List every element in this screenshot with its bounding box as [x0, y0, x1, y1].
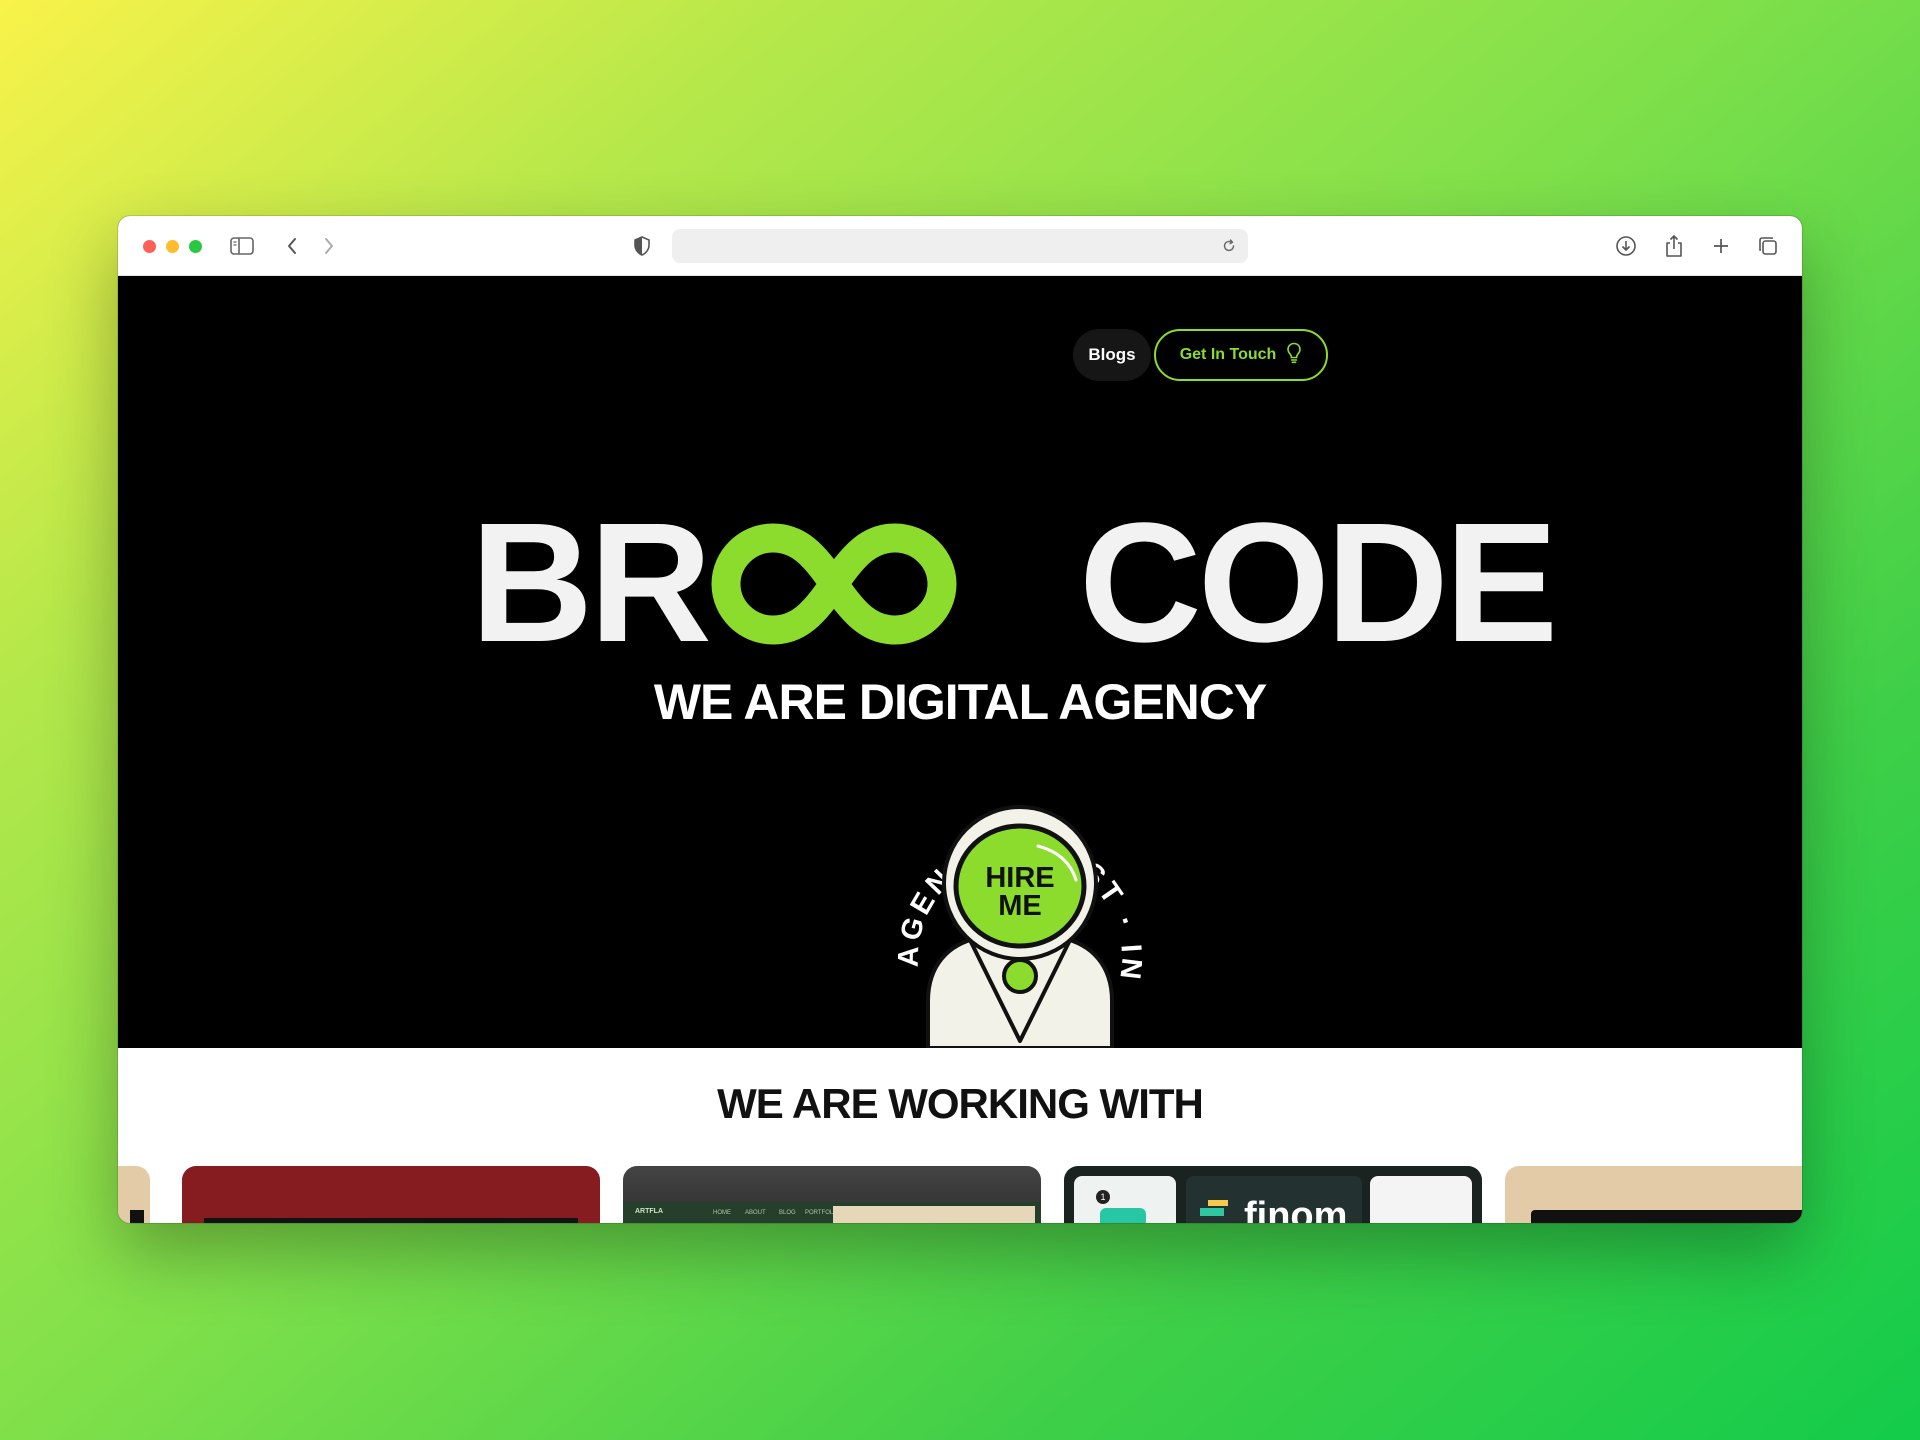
partners-title: WE ARE WORKING WITH [717, 1080, 1204, 1127]
sidebar-toggle-icon[interactable] [229, 233, 255, 259]
zoom-window-button[interactable] [189, 240, 202, 253]
hero-tagline: WE ARE DIGITAL AGENCY [653, 674, 1267, 730]
hero-section: Blogs Get In Touch BR CODE WE ARE DIGITA… [118, 276, 1802, 1048]
browser-window: Blogs Get In Touch BR CODE WE ARE DIGITA… [118, 216, 1802, 1223]
address-bar[interactable] [672, 229, 1248, 263]
lightbulb-icon [1286, 342, 1302, 369]
reload-icon[interactable] [1216, 233, 1242, 259]
portfolio-card[interactable]: ARTFLA HOME ABOUT BLOG PORTFOLIO [623, 1166, 1041, 1223]
minimize-window-button[interactable] [166, 240, 179, 253]
forward-icon[interactable] [316, 233, 342, 259]
downloads-icon[interactable] [1613, 233, 1639, 259]
card-text: finom [1244, 1195, 1348, 1223]
infinity-icon [711, 523, 957, 645]
partners-section: WE ARE WORKING WITH ARTFLA HOME ABOUT BL… [118, 1048, 1802, 1223]
back-icon[interactable] [279, 233, 305, 259]
tab-overview-icon[interactable] [1755, 233, 1781, 259]
nav-blogs-link[interactable]: Blogs [1073, 329, 1151, 381]
privacy-shield-icon[interactable] [629, 233, 655, 259]
browser-toolbar [118, 216, 1802, 276]
hire-me-badge[interactable]: AGENCY · BEST · IN HIREME [898, 766, 1142, 1048]
astronaut-badge-dot [1002, 958, 1038, 994]
brand-logo: BR CODE [468, 488, 1558, 678]
portfolio-card[interactable]: 1 finom [1064, 1166, 1482, 1223]
brand-text-right: CODE [1079, 488, 1558, 678]
portfolio-card[interactable] [182, 1166, 600, 1223]
page-content: Blogs Get In Touch BR CODE WE ARE DIGITA… [118, 276, 1802, 1223]
portfolio-card[interactable] [1505, 1166, 1802, 1223]
get-in-touch-button[interactable]: Get In Touch [1154, 329, 1328, 381]
get-in-touch-label: Get In Touch [1179, 346, 1277, 363]
portfolio-card[interactable] [118, 1166, 150, 1223]
share-icon[interactable] [1661, 233, 1687, 259]
close-window-button[interactable] [143, 240, 156, 253]
card-text: ARTFLA [635, 1208, 663, 1215]
new-tab-icon[interactable] [1708, 233, 1734, 259]
brand-text-left: BR [470, 488, 712, 678]
